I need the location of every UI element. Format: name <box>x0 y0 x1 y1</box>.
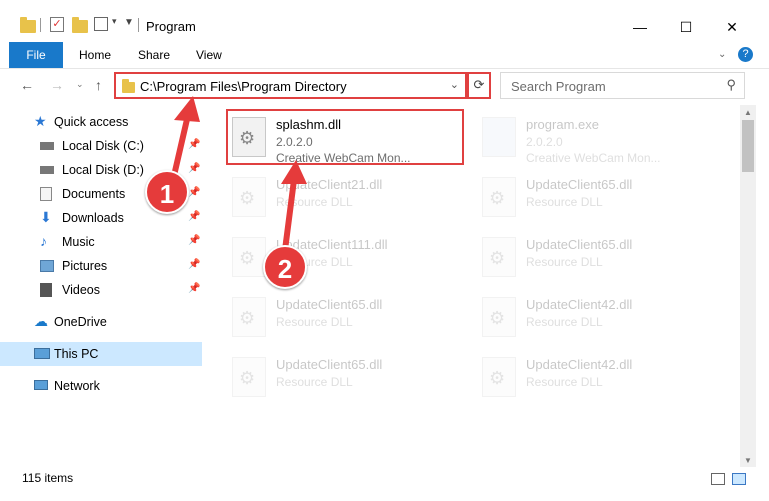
arrow-2-head <box>281 160 307 184</box>
details-view-icon[interactable] <box>711 473 725 485</box>
arrow-1-head <box>174 96 200 122</box>
step-marker-1: 1 <box>145 170 189 214</box>
arrow-2 <box>282 177 297 253</box>
item-count: 115 items <box>22 471 74 485</box>
status-bar: 115 items <box>0 469 769 501</box>
step-marker-2: 2 <box>263 245 307 289</box>
tiles-view-icon[interactable] <box>732 473 746 485</box>
arrow-1 <box>170 112 191 183</box>
annotation-arrows <box>170 96 307 253</box>
